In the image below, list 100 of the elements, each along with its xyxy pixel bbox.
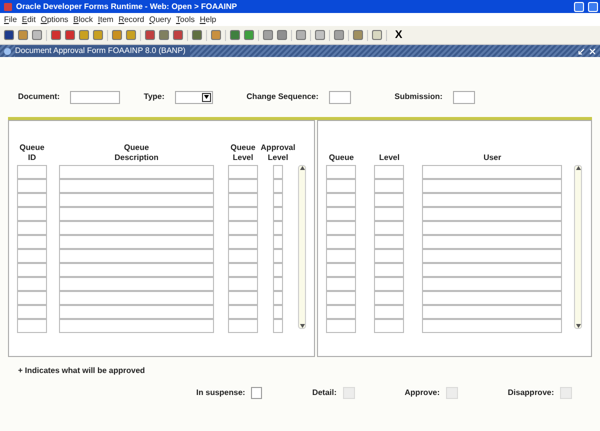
table-cell-input[interactable] bbox=[228, 207, 258, 221]
table-cell-input[interactable] bbox=[422, 249, 562, 263]
table-cell-input[interactable] bbox=[422, 193, 562, 207]
menu-item[interactable]: Options bbox=[40, 14, 68, 26]
table-cell-input[interactable] bbox=[422, 235, 562, 249]
table-cell-input[interactable] bbox=[273, 319, 283, 333]
table-cell-input[interactable] bbox=[273, 305, 283, 319]
table-cell-input[interactable] bbox=[326, 179, 356, 193]
table-cell-input[interactable] bbox=[374, 263, 404, 277]
table-cell-input[interactable] bbox=[228, 235, 258, 249]
table-cell-input[interactable] bbox=[326, 319, 356, 333]
table-cell-input[interactable] bbox=[326, 305, 356, 319]
table-cell-input[interactable] bbox=[422, 277, 562, 291]
table-cell-input[interactable] bbox=[374, 319, 404, 333]
table-cell-input[interactable] bbox=[273, 165, 283, 179]
maximize-button[interactable] bbox=[588, 2, 598, 12]
table-cell-input[interactable] bbox=[59, 221, 214, 235]
table-cell-input[interactable] bbox=[273, 291, 283, 305]
table-cell-input[interactable] bbox=[17, 179, 47, 193]
table-cell-input[interactable] bbox=[273, 235, 283, 249]
table-cell-input[interactable] bbox=[59, 263, 214, 277]
table-cell-input[interactable] bbox=[59, 179, 214, 193]
table-cell-input[interactable] bbox=[326, 193, 356, 207]
minimize-button[interactable] bbox=[574, 2, 584, 12]
table-cell-input[interactable] bbox=[374, 179, 404, 193]
table-cell-input[interactable] bbox=[17, 221, 47, 235]
menu-item[interactable]: Tools bbox=[176, 14, 195, 26]
table-cell-input[interactable] bbox=[228, 193, 258, 207]
table-cell-input[interactable] bbox=[17, 235, 47, 249]
table-cell-input[interactable] bbox=[228, 277, 258, 291]
table-cell-input[interactable] bbox=[374, 291, 404, 305]
table-cell-input[interactable] bbox=[273, 179, 283, 193]
table-cell-input[interactable] bbox=[273, 221, 283, 235]
type-dropdown[interactable] bbox=[174, 90, 213, 104]
menu-item[interactable]: Record bbox=[118, 14, 144, 26]
table-cell-input[interactable] bbox=[422, 305, 562, 319]
table-cell-input[interactable] bbox=[374, 235, 404, 249]
table-cell-input[interactable] bbox=[422, 165, 562, 179]
scrollbar[interactable] bbox=[298, 165, 306, 329]
table-cell-input[interactable] bbox=[326, 249, 356, 263]
table-cell-input[interactable] bbox=[228, 263, 258, 277]
table-cell-input[interactable] bbox=[17, 277, 47, 291]
exit-button[interactable]: X bbox=[395, 30, 402, 40]
menu-item[interactable]: Edit bbox=[22, 14, 36, 26]
table-cell-input[interactable] bbox=[17, 193, 47, 207]
table-cell-input[interactable] bbox=[17, 249, 47, 263]
table-cell-input[interactable] bbox=[17, 165, 47, 179]
table-cell-input[interactable] bbox=[374, 277, 404, 291]
table-cell-input[interactable] bbox=[17, 291, 47, 305]
table-cell-input[interactable] bbox=[273, 249, 283, 263]
table-cell-input[interactable] bbox=[59, 235, 214, 249]
table-cell-input[interactable] bbox=[17, 207, 47, 221]
table-cell-input[interactable] bbox=[326, 221, 356, 235]
scrollbar[interactable] bbox=[574, 165, 582, 329]
restore-icon[interactable] bbox=[578, 48, 585, 54]
table-cell-input[interactable] bbox=[326, 235, 356, 249]
table-cell-input[interactable] bbox=[422, 207, 562, 221]
menu-item[interactable]: Query bbox=[149, 14, 172, 26]
input-field[interactable] bbox=[328, 90, 351, 104]
table-cell-input[interactable] bbox=[422, 263, 562, 277]
table-cell-input[interactable] bbox=[326, 291, 356, 305]
table-cell-input[interactable] bbox=[228, 319, 258, 333]
menu-item[interactable]: Help bbox=[200, 14, 216, 26]
table-cell-input[interactable] bbox=[17, 305, 47, 319]
menu-item[interactable]: Block bbox=[73, 14, 93, 26]
table-cell-input[interactable] bbox=[273, 207, 283, 221]
menu-item[interactable]: Item bbox=[98, 14, 114, 26]
table-cell-input[interactable] bbox=[273, 263, 283, 277]
table-cell-input[interactable] bbox=[228, 221, 258, 235]
table-cell-input[interactable] bbox=[228, 249, 258, 263]
table-cell-input[interactable] bbox=[326, 207, 356, 221]
menu-item[interactable]: File bbox=[4, 14, 17, 26]
table-cell-input[interactable] bbox=[59, 207, 214, 221]
table-cell-input[interactable] bbox=[273, 277, 283, 291]
table-cell-input[interactable] bbox=[374, 193, 404, 207]
table-cell-input[interactable] bbox=[374, 249, 404, 263]
suspense-checkbox[interactable] bbox=[251, 387, 262, 399]
table-cell-input[interactable] bbox=[59, 193, 214, 207]
table-cell-input[interactable] bbox=[17, 319, 47, 333]
table-cell-input[interactable] bbox=[374, 207, 404, 221]
table-cell-input[interactable] bbox=[59, 319, 214, 333]
close-icon[interactable] bbox=[589, 48, 596, 54]
table-cell-input[interactable] bbox=[422, 291, 562, 305]
table-cell-input[interactable] bbox=[228, 165, 258, 179]
table-cell-input[interactable] bbox=[228, 179, 258, 193]
table-cell-input[interactable] bbox=[59, 165, 214, 179]
table-cell-input[interactable] bbox=[422, 221, 562, 235]
table-cell-input[interactable] bbox=[59, 305, 214, 319]
table-cell-input[interactable] bbox=[17, 263, 47, 277]
table-cell-input[interactable] bbox=[59, 249, 214, 263]
table-cell-input[interactable] bbox=[374, 165, 404, 179]
table-cell-input[interactable] bbox=[228, 291, 258, 305]
table-cell-input[interactable] bbox=[374, 305, 404, 319]
table-cell-input[interactable] bbox=[326, 277, 356, 291]
table-cell-input[interactable] bbox=[422, 179, 562, 193]
table-cell-input[interactable] bbox=[422, 319, 562, 333]
table-cell-input[interactable] bbox=[326, 263, 356, 277]
table-cell-input[interactable] bbox=[326, 165, 356, 179]
input-field[interactable] bbox=[70, 90, 120, 104]
table-cell-input[interactable] bbox=[59, 291, 214, 305]
